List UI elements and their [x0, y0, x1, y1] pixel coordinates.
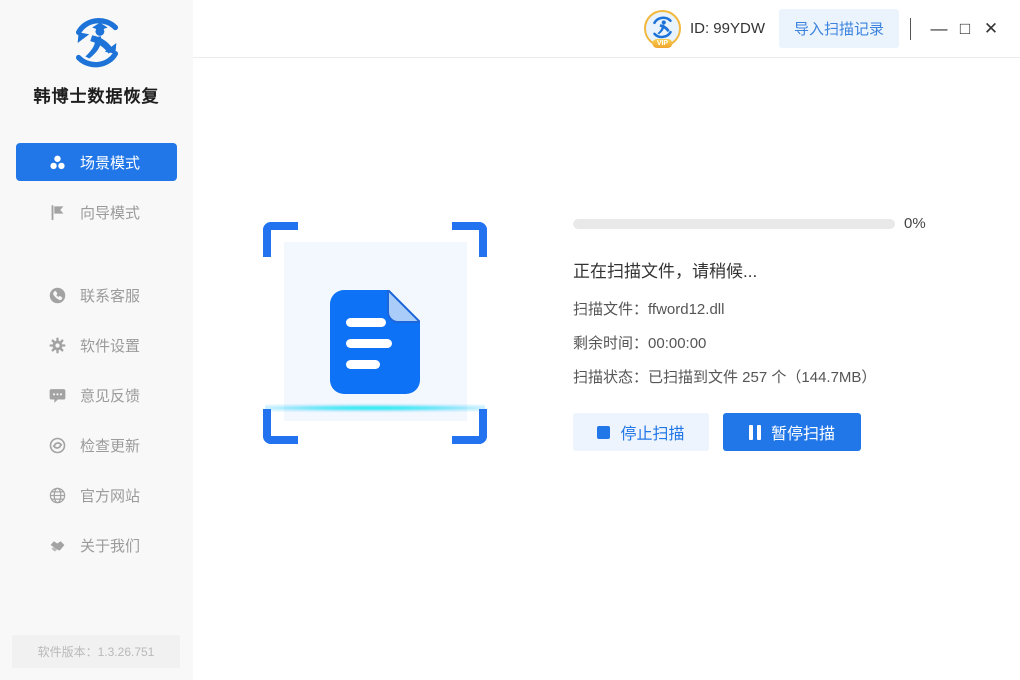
progress-row: 0%	[573, 215, 943, 232]
document-icon	[330, 290, 420, 394]
content-column: VIP ID: 99YDW 导入扫描记录 — □ ✕	[193, 0, 1020, 680]
scan-file-label: 扫描文件：	[573, 301, 648, 318]
sidebar-item-wizard-mode[interactable]: 向导模式	[16, 193, 177, 231]
group-icon	[49, 154, 66, 171]
frame-corner-bottom-left	[263, 409, 298, 444]
vip-badge: VIP	[653, 39, 672, 48]
sidebar-item-label: 检查更新	[80, 435, 140, 456]
sidebar-item-feedback[interactable]: 意见反馈	[16, 376, 177, 414]
titlebar: VIP ID: 99YDW 导入扫描记录 — □ ✕	[193, 0, 1020, 58]
scan-animation	[263, 222, 487, 444]
sidebar: 韩博士数据恢复 场景模式 向导模式 联系客服	[0, 0, 193, 680]
gear-icon	[49, 337, 66, 354]
sidebar-item-label: 软件设置	[80, 335, 140, 356]
import-scan-records-button[interactable]: 导入扫描记录	[779, 9, 899, 48]
remaining-time-row: 剩余时间：00:00:00	[573, 332, 943, 350]
sidebar-item-label: 向导模式	[80, 202, 140, 223]
stop-scan-label: 停止扫描	[620, 420, 684, 444]
globe-icon	[49, 487, 66, 504]
app-title: 韩博士数据恢复	[34, 82, 160, 107]
sidebar-nav: 场景模式 向导模式 联系客服	[16, 143, 177, 576]
scan-state-value: 已扫描到文件 257 个（144.7MB）	[648, 369, 876, 386]
frame-corner-top-left	[263, 222, 298, 257]
frame-corner-top-right	[452, 222, 487, 257]
version-text: 软件版本：1.3.26.751	[38, 643, 155, 660]
scan-state-row: 扫描状态：已扫描到文件 257 个（144.7MB）	[573, 366, 943, 384]
stop-scan-button[interactable]: 停止扫描	[573, 413, 709, 451]
progress-bar	[573, 219, 895, 229]
titlebar-divider	[910, 18, 911, 40]
sidebar-item-contact-support[interactable]: 联系客服	[16, 276, 177, 314]
app-window: 韩博士数据恢复 场景模式 向导模式 联系客服	[0, 0, 1020, 680]
sidebar-item-settings[interactable]: 软件设置	[16, 326, 177, 364]
remaining-time-value: 00:00:00	[648, 335, 706, 352]
phone-icon	[49, 287, 66, 304]
pause-icon	[749, 425, 761, 440]
sidebar-item-label: 联系客服	[80, 285, 140, 306]
remaining-time-label: 剩余时间：	[573, 335, 648, 352]
progress-percent-label: 0%	[904, 215, 926, 232]
app-logo-icon	[66, 13, 128, 73]
sidebar-item-label: 场景模式	[80, 152, 140, 173]
close-icon[interactable]: ✕	[978, 16, 1004, 42]
update-icon	[49, 437, 66, 454]
user-id-label: ID: 99YDW	[690, 20, 765, 37]
sidebar-item-label: 关于我们	[80, 535, 140, 556]
sidebar-item-official-website[interactable]: 官方网站	[16, 476, 177, 514]
avatar-logo-icon	[649, 14, 676, 41]
scan-file-row: 扫描文件：ffword12.dll	[573, 298, 943, 316]
pause-scan-label: 暂停扫描	[771, 420, 835, 444]
flag-icon	[49, 204, 66, 221]
version-bar: 软件版本：1.3.26.751	[12, 635, 180, 668]
pause-scan-button[interactable]: 暂停扫描	[723, 413, 861, 451]
sidebar-item-label: 意见反馈	[80, 385, 140, 406]
stop-icon	[597, 426, 610, 439]
scan-state-label: 扫描状态：	[573, 369, 648, 386]
nav-spacer	[16, 243, 177, 276]
handshake-icon	[49, 537, 66, 554]
sidebar-item-about-us[interactable]: 关于我们	[16, 526, 177, 564]
sidebar-item-scene-mode[interactable]: 场景模式	[16, 143, 177, 181]
main-panel: 0% 正在扫描文件，请稍候... 扫描文件：ffword12.dll 剩余时间：…	[193, 58, 1020, 680]
frame-corner-bottom-right	[452, 409, 487, 444]
scan-action-buttons: 停止扫描 暂停扫描	[573, 413, 943, 451]
sidebar-item-check-update[interactable]: 检查更新	[16, 426, 177, 464]
scan-file-value: ffword12.dll	[648, 301, 724, 318]
scan-status-title: 正在扫描文件，请稍候...	[573, 257, 943, 282]
user-avatar[interactable]: VIP	[644, 10, 681, 47]
scan-info-panel: 0% 正在扫描文件，请稍候... 扫描文件：ffword12.dll 剩余时间：…	[573, 215, 943, 451]
feedback-icon	[49, 387, 66, 404]
sidebar-item-label: 官方网站	[80, 485, 140, 506]
maximize-icon[interactable]: □	[952, 16, 978, 42]
minimize-icon[interactable]: —	[926, 16, 952, 42]
